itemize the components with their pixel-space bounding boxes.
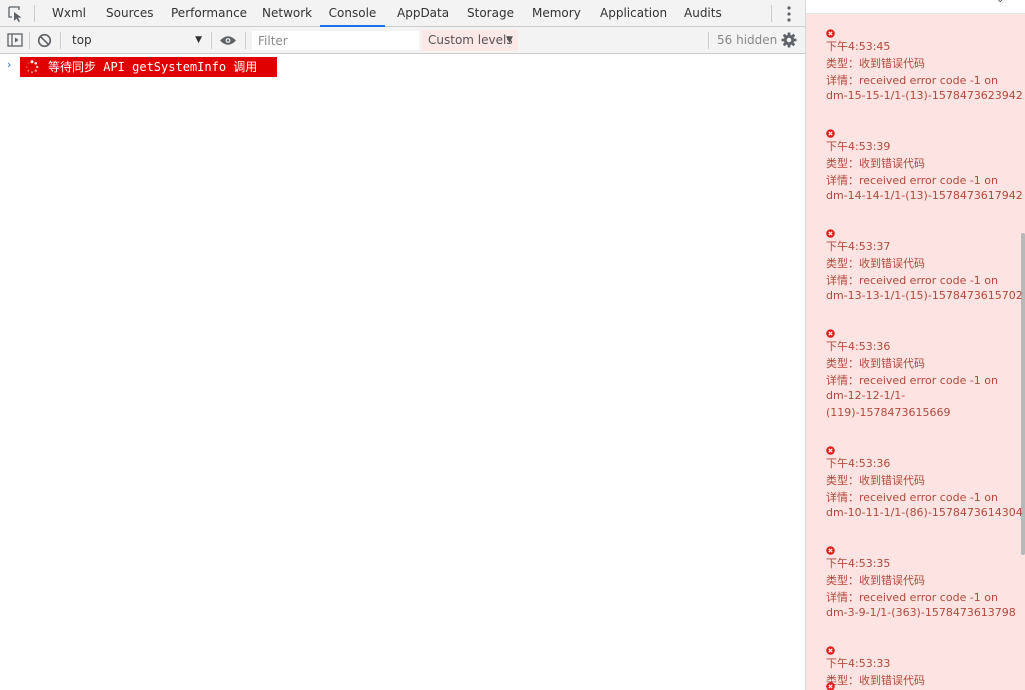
clear-console-icon[interactable] — [37, 33, 52, 48]
error-detail: dm-15-15-1/1-(13)-1578473623942 — [826, 89, 1023, 102]
error-type: 类型：收到错误代码 — [826, 157, 925, 170]
toolbar-divider — [211, 32, 212, 49]
console-toolbar: top ▼ Custom levels ▼ 56 hidden — [0, 27, 805, 54]
tab-memory[interactable]: Memory — [532, 0, 581, 27]
error-detail: dm-10-11-1/1-(86)-1578473614304 — [826, 506, 1023, 519]
error-time: 下午4:53:35 — [826, 557, 891, 570]
console-log-row[interactable]: 等待同步 API getSystemInfo 调用 — [20, 57, 277, 77]
devtools-tabbar: Wxml Sources Performance Network Console… — [0, 0, 805, 27]
error-time: 下午4:53:33 — [826, 657, 891, 670]
error-type: 类型：收到错误代码 — [826, 574, 925, 587]
console-message-text: 等待同步 API getSystemInfo 调用 — [48, 60, 258, 74]
error-detail: dm-13-13-1/1-(15)-1578473615702 — [826, 289, 1023, 302]
hidden-messages-count: 56 hidden — [717, 33, 778, 47]
execution-context-value: top — [72, 33, 92, 47]
more-options-icon[interactable] — [781, 4, 797, 24]
error-time: 下午4:53:36 — [826, 340, 891, 353]
tab-appdata[interactable]: AppData — [397, 0, 449, 27]
toolbar-divider — [60, 32, 61, 49]
devtools-pane: Wxml Sources Performance Network Console… — [0, 0, 805, 690]
log-levels-dropdown[interactable]: Custom levels ▼ — [422, 30, 518, 51]
error-time: 下午4:53:36 — [826, 457, 891, 470]
error-detail: dm-3-9-1/1-(363)-1578473613798 — [826, 606, 1016, 619]
inspect-element-icon[interactable] — [6, 4, 26, 24]
error-type: 类型：收到错误代码 — [826, 357, 925, 370]
tab-wxml[interactable]: Wxml — [52, 0, 86, 27]
toolbar-divider — [245, 32, 246, 49]
chevron-down-icon[interactable]: ⌄ — [996, 0, 1004, 5]
error-detail: 详情：received error code -1 on — [826, 491, 998, 504]
console-output: › 等待同步 API getSystemInfo 调用 — [0, 54, 805, 690]
error-icon — [826, 129, 835, 138]
error-panel-header: ⌄ — [806, 0, 1025, 14]
error-detail: dm-12-12-1/1- — [826, 389, 906, 402]
tab-storage[interactable]: Storage — [467, 0, 514, 27]
error-detail: 详情：received error code -1 on — [826, 374, 998, 387]
error-icon — [826, 29, 835, 38]
error-detail: 详情：received error code -1 on — [826, 74, 998, 87]
error-icon — [826, 329, 835, 338]
filter-input[interactable] — [252, 31, 419, 50]
error-icon — [826, 229, 835, 238]
loading-spinner-icon — [26, 60, 39, 74]
tab-console[interactable]: Console — [320, 0, 385, 27]
tabbar-divider — [771, 5, 772, 22]
error-detail: 详情：received error code -1 on — [826, 174, 998, 187]
error-icon — [826, 446, 835, 455]
error-detail: 详情：received error code -1 on — [826, 591, 998, 604]
expand-arrow-icon[interactable]: › — [7, 58, 11, 71]
error-detail: (119)-1578473615669 — [826, 406, 951, 419]
error-detail: 详情：received error code -1 on — [826, 274, 998, 287]
toolbar-divider — [29, 32, 30, 49]
error-icon — [826, 546, 835, 555]
chevron-down-icon: ▼ — [195, 35, 202, 45]
error-time: 下午4:53:45 — [826, 40, 891, 53]
error-icon — [826, 682, 835, 690]
log-levels-label: Custom levels — [428, 33, 513, 47]
tab-network[interactable]: Network — [262, 0, 312, 27]
error-time: 下午4:53:39 — [826, 140, 891, 153]
error-log-panel: ⌄ 下午4:53:45类型：收到错误代码详情：received error co… — [805, 0, 1025, 690]
error-type: 类型：收到错误代码 — [826, 257, 925, 270]
gear-icon[interactable] — [781, 32, 797, 48]
error-type: 类型：收到错误代码 — [826, 57, 925, 70]
error-detail: dm-14-14-1/1-(13)-1578473617942 — [826, 189, 1023, 202]
error-type: 类型：收到错误代码 — [826, 674, 925, 687]
tab-sources[interactable]: Sources — [106, 0, 153, 27]
tab-performance[interactable]: Performance — [171, 0, 247, 27]
toolbar-divider — [708, 32, 709, 49]
tab-audits[interactable]: Audits — [684, 0, 722, 27]
error-type: 类型：收到错误代码 — [826, 474, 925, 487]
live-expression-eye-icon[interactable] — [219, 35, 237, 46]
tabbar-divider — [34, 5, 35, 22]
caret-down-icon: ▼ — [506, 35, 513, 45]
error-icon — [826, 646, 835, 655]
tab-application[interactable]: Application — [600, 0, 667, 27]
execution-context-select[interactable]: top ▼ — [66, 30, 206, 51]
error-time: 下午4:53:37 — [826, 240, 891, 253]
show-sidebar-icon[interactable] — [7, 33, 23, 47]
